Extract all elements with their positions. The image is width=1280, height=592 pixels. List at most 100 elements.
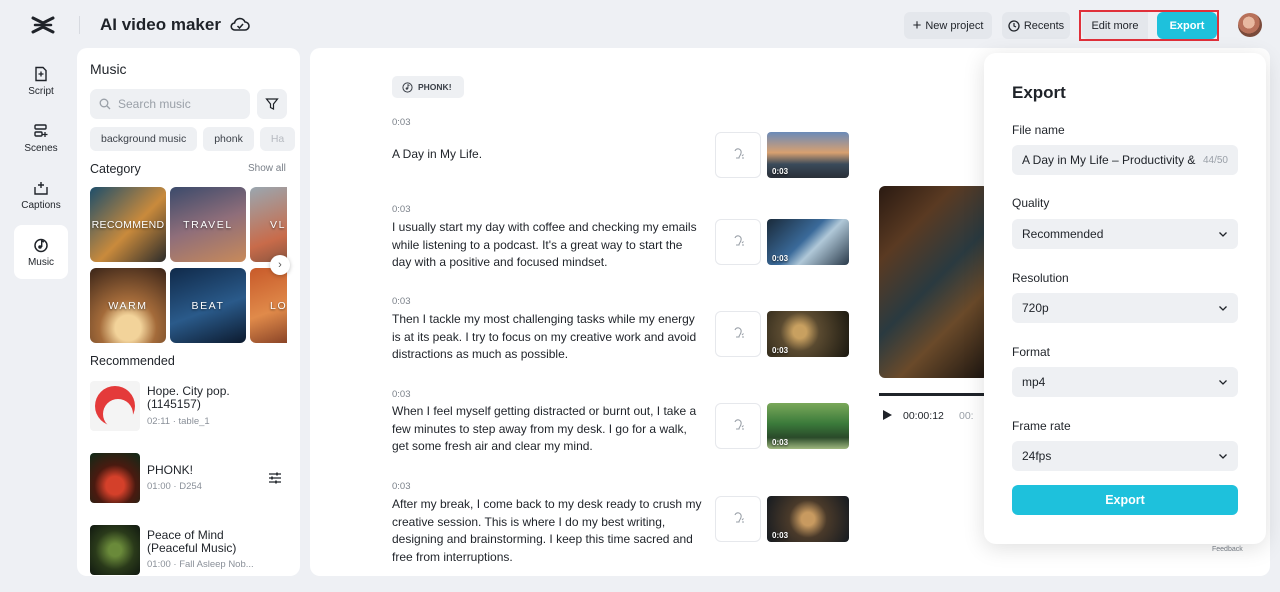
current-time: 00:00:12 [903, 410, 944, 422]
divider [79, 16, 80, 34]
filter-icon [265, 98, 279, 110]
playback-progress-bar[interactable] [879, 393, 989, 396]
adjust-icon[interactable] [267, 470, 283, 486]
video-preview[interactable] [879, 186, 989, 378]
music-tag[interactable]: PHONK! [392, 76, 464, 98]
chevron-down-icon [1219, 454, 1227, 459]
export-button[interactable]: Export [1012, 485, 1238, 515]
chip-ha[interactable]: Ha [259, 127, 296, 151]
voice-icon [734, 148, 744, 159]
music-panel: Music Search music background music phon… [77, 48, 300, 576]
rail-item-captions[interactable]: Captions [14, 168, 68, 222]
resolution-select[interactable]: 720p [1012, 293, 1238, 323]
quality-select[interactable]: Recommended [1012, 219, 1238, 249]
capcut-logo[interactable] [30, 14, 56, 36]
track-meta: 02:11 · table_1 [147, 416, 210, 427]
app-title: AI video maker [100, 15, 221, 34]
category-warm[interactable]: WARM [90, 268, 166, 343]
voiceover-button[interactable] [715, 403, 761, 449]
new-project-button[interactable]: + New project [904, 12, 992, 39]
scene-duration: 0:03 [772, 438, 789, 447]
music-panel-title: Music [90, 61, 127, 77]
category-travel[interactable]: TRAVEL [170, 187, 246, 262]
voiceover-button[interactable] [715, 496, 761, 542]
voiceover-button[interactable] [715, 219, 761, 265]
file-name-count: 44/50 [1202, 154, 1228, 166]
rail-label-script: Script [28, 85, 54, 97]
track-item[interactable]: PHONK! 01:00 · D254 [90, 453, 290, 505]
rail-item-script[interactable]: Script [14, 54, 68, 108]
category-grid: RECOMMEND TRAVEL VL WARM BEAT LO [90, 187, 287, 345]
track-cover [90, 453, 140, 503]
chip-background-music[interactable]: background music [90, 127, 198, 151]
scene-text[interactable]: When I feel myself getting distracted or… [392, 403, 704, 456]
category-next-button[interactable]: › [270, 255, 290, 275]
scene-text[interactable]: A Day in My Life. [392, 146, 704, 164]
scene-text[interactable]: Then I tackle my most challenging tasks … [392, 311, 704, 364]
plus-icon: + [912, 17, 922, 34]
scene-time: 0:03 [392, 204, 411, 215]
search-music-input[interactable]: Search music [90, 89, 250, 119]
scene-duration: 0:03 [772, 346, 789, 355]
scene-text[interactable]: I usually start my day with coffee and c… [392, 219, 704, 272]
scene-time: 0:03 [392, 296, 411, 307]
play-icon[interactable] [881, 409, 893, 421]
resolution-label: Resolution [1012, 271, 1069, 285]
track-item[interactable]: Hope. City pop. (1145157) 02:11 · table_… [90, 381, 290, 433]
rail-item-music[interactable]: Music [14, 225, 68, 279]
rail-label-music: Music [27, 256, 55, 268]
track-name: Peace of Mind (Peaceful Music) [147, 528, 237, 555]
captions-icon [34, 181, 48, 195]
top-bar: AI video maker + New project Recents Edi… [0, 0, 1280, 50]
recents-button[interactable]: Recents [1002, 12, 1070, 39]
chip-phonk[interactable]: phonk [203, 127, 254, 151]
scene-thumbnail[interactable]: 0:03 [767, 219, 849, 265]
voice-icon [734, 419, 744, 430]
show-all-link[interactable]: Show all [248, 163, 286, 174]
avatar[interactable] [1238, 13, 1262, 37]
frame-rate-select[interactable]: 24fps [1012, 441, 1238, 471]
track-name: PHONK! [147, 463, 194, 477]
voiceover-button[interactable] [715, 311, 761, 357]
track-name: Hope. City pop. (1145157) [147, 384, 230, 411]
rail-label-scenes: Scenes [24, 142, 58, 154]
category-vlog[interactable]: VL [250, 187, 287, 262]
file-name-input[interactable]: A Day in My Life – Productivity & Creati… [1012, 145, 1238, 175]
music-icon [402, 81, 413, 93]
resolution-value: 720p [1022, 301, 1049, 315]
category-title: Category [90, 162, 141, 176]
scenes-icon [34, 123, 48, 137]
file-name-label: File name [1012, 123, 1065, 137]
edit-more-button[interactable]: Edit more [1082, 12, 1148, 39]
export-top-button[interactable]: Export [1157, 12, 1217, 39]
search-icon [99, 98, 111, 110]
chevron-down-icon [1219, 232, 1227, 237]
track-cover [90, 381, 140, 431]
filter-button[interactable] [257, 89, 287, 119]
category-recommend[interactable]: RECOMMEND [90, 187, 166, 262]
voice-icon [734, 512, 744, 523]
chevron-down-icon [1219, 306, 1227, 311]
scene-thumbnail[interactable]: 0:03 [767, 403, 849, 449]
scene-duration: 0:03 [772, 167, 789, 176]
scene-time: 0:03 [392, 481, 411, 492]
format-select[interactable]: mp4 [1012, 367, 1238, 397]
track-item[interactable]: Peace of Mind (Peaceful Music) 01:00 · F… [90, 525, 290, 576]
scene-thumbnail[interactable]: 0:03 [767, 132, 849, 178]
category-label: BEAT [191, 299, 225, 312]
category-beat[interactable]: BEAT [170, 268, 246, 343]
chevron-down-icon [1219, 380, 1227, 385]
quality-label: Quality [1012, 196, 1050, 210]
category-label: TRAVEL [183, 218, 233, 231]
scene-thumbnail[interactable]: 0:03 [767, 496, 849, 542]
chevron-right-icon: › [278, 259, 282, 271]
category-lofi[interactable]: LO [250, 268, 287, 343]
recommended-title: Recommended [90, 354, 175, 368]
rail-item-scenes[interactable]: Scenes [14, 111, 68, 165]
new-project-label: New project [925, 19, 984, 32]
feedback-button[interactable]: Feedback [1212, 546, 1243, 553]
voiceover-button[interactable] [715, 132, 761, 178]
cloud-sync-icon[interactable] [230, 15, 250, 33]
scene-thumbnail[interactable]: 0:03 [767, 311, 849, 357]
scene-text[interactable]: After my break, I come back to my desk r… [392, 496, 704, 566]
